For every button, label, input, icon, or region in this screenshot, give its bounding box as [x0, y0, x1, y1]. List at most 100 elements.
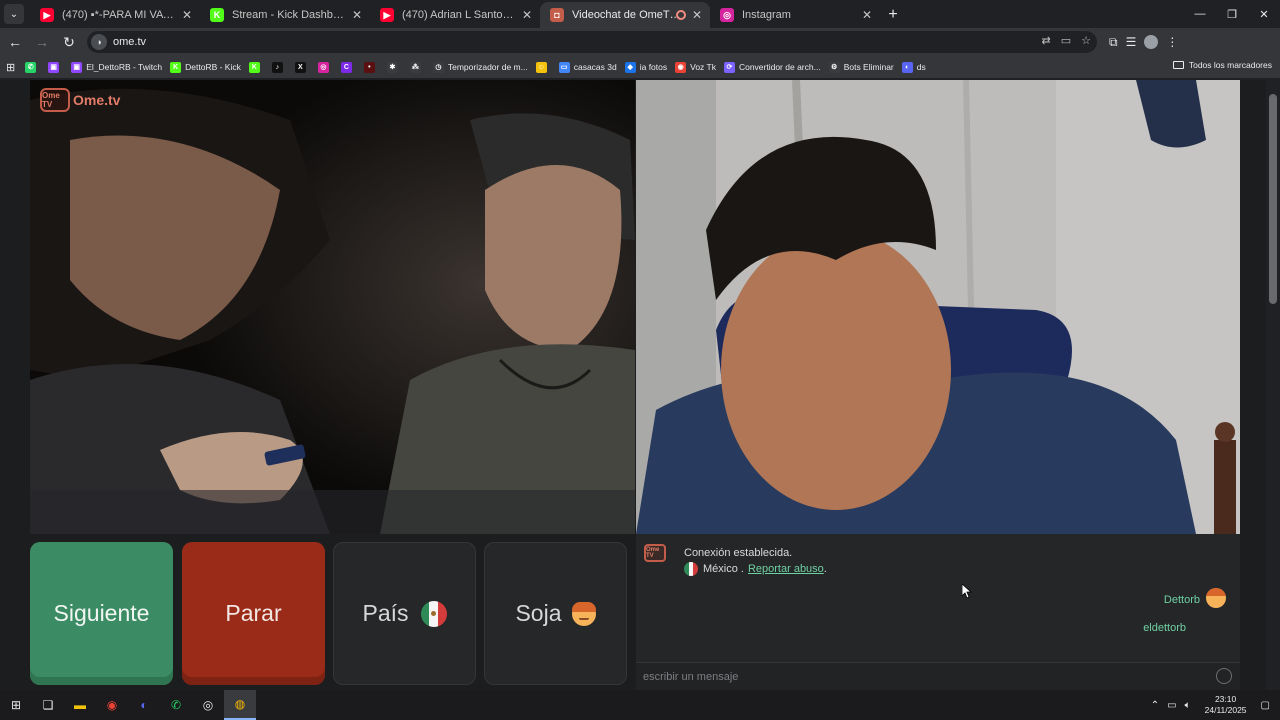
reload-button[interactable]: ↻: [57, 30, 81, 54]
notifications-icon[interactable]: ▢: [1261, 700, 1270, 711]
own-username: Dettorb: [1163, 594, 1200, 606]
site-info-icon[interactable]: ◑: [91, 34, 107, 50]
report-abuse-link[interactable]: Reportar abuso: [748, 563, 824, 575]
voice-icon: ◉: [675, 61, 687, 73]
bookmark-item[interactable]: ▣ El_DettoRB - Twitch: [71, 61, 162, 73]
own-message: eldettorb: [1143, 622, 1186, 634]
report-suffix: .: [823, 563, 827, 575]
bookmark-star-icon[interactable]: ☆: [1081, 34, 1091, 47]
bookmark-item[interactable]: ✱: [386, 61, 402, 73]
ometv-logo[interactable]: Ome TV Ome.tv: [40, 88, 120, 112]
twitch-icon: ▣: [71, 61, 83, 73]
close-tab-icon[interactable]: ✕: [352, 8, 362, 22]
stop-button[interactable]: Parar: [182, 542, 325, 685]
gender-filter-button[interactable]: Soja: [484, 542, 627, 685]
ometv-page: Ome TV Ome.tv Siguiente Parar País Soja …: [0, 80, 1280, 690]
bookmark-item[interactable]: ⟳ Convertidor de arch...: [723, 61, 821, 73]
bookmark-label: ds: [916, 62, 926, 72]
close-window-icon[interactable]: ✕: [1248, 0, 1280, 28]
extensions-icon[interactable]: ⧉: [1109, 35, 1118, 50]
tiktok-icon: ♪: [271, 61, 283, 73]
file-explorer-icon[interactable]: ▬: [64, 690, 96, 720]
translate-icon[interactable]: ⇄: [1042, 34, 1051, 47]
next-button[interactable]: Siguiente: [30, 542, 173, 685]
menu-kebab-icon[interactable]: ⋮: [1166, 35, 1178, 50]
bookmark-item[interactable]: ▣: [48, 61, 63, 73]
bookmark-item[interactable]: ✆: [25, 61, 40, 73]
tab-favicon-icon: ▶: [40, 8, 54, 22]
kick-icon: K: [248, 61, 260, 73]
bookmark-item[interactable]: ◐ ds: [901, 61, 926, 73]
stop-button-label: Parar: [225, 600, 282, 626]
system-message: Conexión establecida.: [684, 547, 793, 559]
address-bar[interactable]: ◑ ome.tv ⇄ ▭ ☆: [87, 31, 1097, 53]
recording-indicator-icon: [676, 10, 686, 20]
all-bookmarks-button[interactable]: Todos los marcadores: [1172, 60, 1272, 70]
browser-tab[interactable]: ▶ (470) ▪*-PARA MI VA A SER UN ✕: [30, 2, 200, 28]
country-filter-button[interactable]: País: [333, 542, 476, 685]
bookmark-label: casacas 3d: [573, 62, 617, 72]
close-tab-icon[interactable]: ✕: [182, 8, 192, 22]
restore-icon[interactable]: ❐: [1216, 0, 1248, 28]
media-control-icon[interactable]: ☰: [1126, 35, 1137, 50]
bookmark-item[interactable]: C: [340, 61, 356, 73]
volume-icon[interactable]: 🔈︎: [1185, 700, 1191, 711]
profile-avatar[interactable]: [1144, 34, 1159, 49]
obs-icon[interactable]: ◎: [192, 690, 224, 720]
bookmark-item[interactable]: ◉ Voz Tk: [675, 61, 716, 73]
apps-grid-icon[interactable]: ⊞: [6, 61, 15, 74]
mexico-flag-icon: [684, 562, 698, 576]
bookmark-label: DettoRB - Kick: [185, 62, 241, 72]
close-tab-icon[interactable]: ✕: [862, 8, 872, 22]
page-scrollbar[interactable]: [1266, 80, 1280, 690]
tab-favicon-icon: K: [210, 8, 224, 22]
clock-time: 23:10: [1214, 694, 1237, 704]
bookmark-item[interactable]: ▭ casacas 3d: [558, 61, 617, 73]
clock[interactable]: 23:10 24/11/2025: [1205, 694, 1247, 716]
tab-search-button[interactable]: ⌄: [4, 4, 24, 24]
minimize-icon[interactable]: —: [1184, 0, 1216, 28]
scrollbar-thumb[interactable]: [1269, 94, 1277, 304]
chrome-icon[interactable]: ◍: [224, 690, 256, 720]
browser-tab[interactable]: ▶ (470) Adrian L Santos x Joaquin ✕: [370, 2, 540, 28]
cast-icon[interactable]: ▭: [1061, 34, 1071, 47]
bookmark-item[interactable]: K: [248, 61, 264, 73]
bookmark-item[interactable]: •: [363, 61, 379, 73]
tab-strip: ⌄ ▶ (470) ▪*-PARA MI VA A SER UN ✕ K Stream …: [0, 0, 1280, 28]
tab-list: ▶ (470) ▪*-PARA MI VA A SER UN ✕ K Stream - …: [30, 2, 880, 28]
chevron-up-icon[interactable]: ⌃: [1151, 700, 1159, 711]
tab-favicon-icon: ◎: [720, 8, 734, 22]
chat-panel: Ome TV Conexión establecida. México . Re…: [636, 534, 1240, 690]
network-icon[interactable]: ▭: [1167, 700, 1176, 711]
whatsapp-icon[interactable]: ✆: [160, 690, 192, 720]
emoji-picker-icon[interactable]: [1216, 668, 1232, 684]
back-button[interactable]: ←: [3, 30, 27, 54]
windows-taskbar: ⊞ ❏ ▬ ◉ ◐ ✆ ◎ ◍ ⌃ ▭ 🔈︎ 23:10 24/11/2025 …: [0, 690, 1280, 720]
browser-tab[interactable]: K Stream - Kick Dashboard ✕: [200, 2, 370, 28]
bookmark-item[interactable]: ◷ Temporizador de m...: [432, 61, 528, 73]
bookmark-item[interactable]: X: [294, 61, 310, 73]
task-view-icon[interactable]: ❏: [32, 690, 64, 720]
bookmark-item[interactable]: K DettoRB - Kick: [170, 61, 241, 73]
browser-tab[interactable]: ◘ Videochat de OmeTV: uno a ✕: [540, 2, 710, 28]
tab-favicon-icon: ◘: [550, 8, 564, 22]
reload-icon: ↻: [63, 33, 75, 50]
timer-icon: ◷: [432, 61, 444, 73]
close-tab-icon[interactable]: ✕: [692, 8, 702, 22]
chat-message-input[interactable]: escribir un mensaje: [636, 662, 1240, 690]
bookmark-item[interactable]: ♪: [271, 61, 287, 73]
browser-tab[interactable]: ◎ Instagram ✕: [710, 2, 880, 28]
new-tab-button[interactable]: +: [880, 2, 906, 28]
bookmark-item[interactable]: ◆ ia fotos: [624, 61, 667, 73]
windows-start-icon[interactable]: ⊞: [0, 690, 32, 720]
bookmark-item[interactable]: ⁂: [409, 61, 425, 73]
bookmark-item[interactable]: ☺: [535, 61, 551, 73]
bookmarks-bar: ⊞ ✆ ▣ ▣ El_DettoRB - Twitch K DettoRB - Kick K…: [0, 56, 1280, 78]
close-tab-icon[interactable]: ✕: [522, 8, 532, 22]
bookmark-item[interactable]: ⚙ Bots Eliminar: [828, 61, 894, 73]
discord-icon[interactable]: ◐: [128, 690, 160, 720]
forward-button[interactable]: →: [30, 30, 54, 54]
bookmark-item[interactable]: ◎: [317, 61, 333, 73]
app-red-icon[interactable]: ◉: [96, 690, 128, 720]
window-controls: — ❐ ✕: [1184, 0, 1280, 28]
